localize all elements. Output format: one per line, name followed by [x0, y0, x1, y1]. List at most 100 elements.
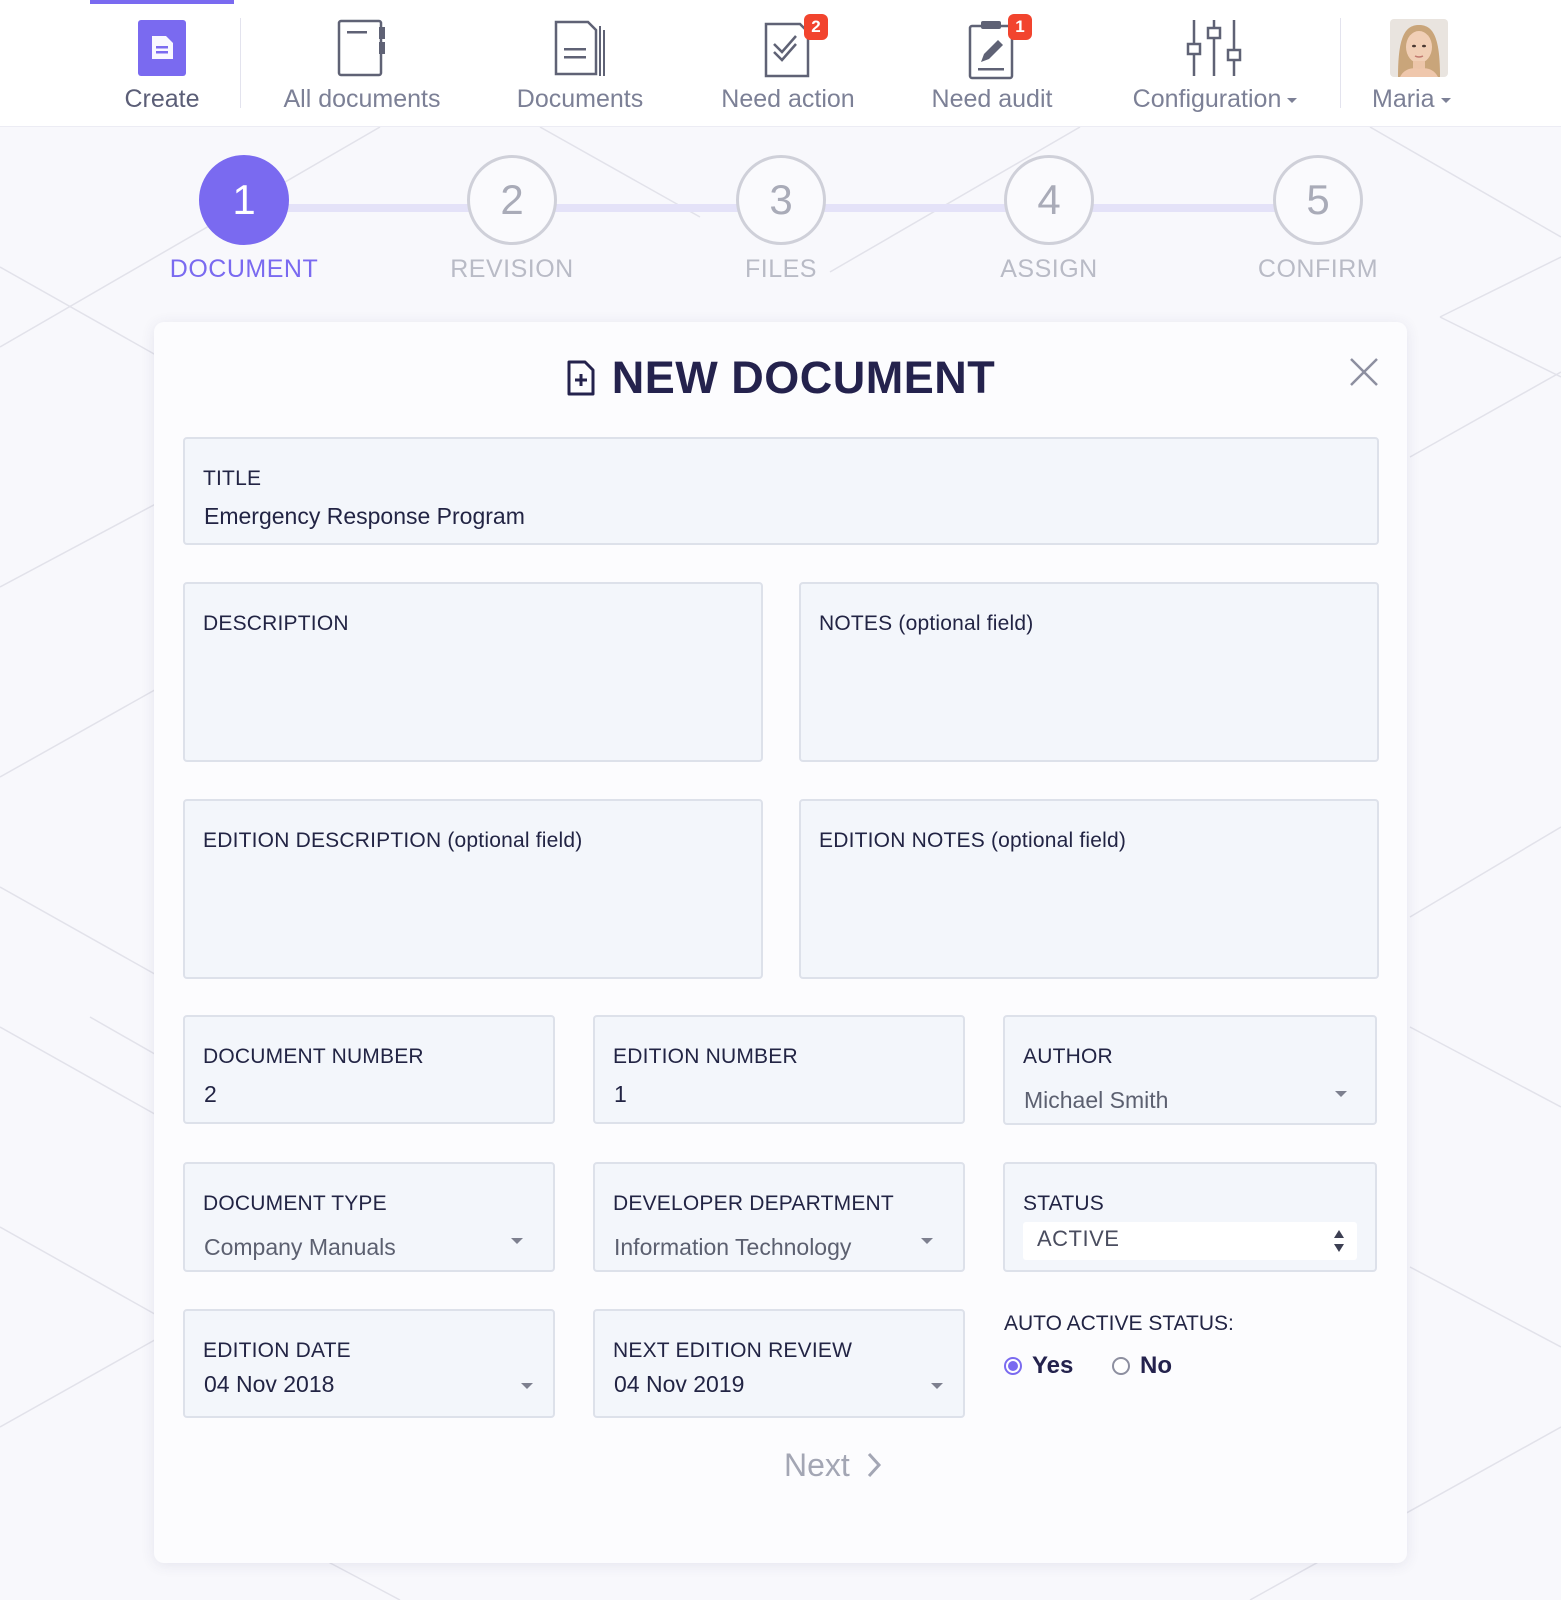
next-button-label: Next	[784, 1446, 850, 1483]
heading-text: NEW DOCUMENT	[611, 352, 996, 403]
nav-divider	[240, 18, 241, 108]
nav-need-action[interactable]: 2 Need action	[718, 0, 858, 126]
title-label: TITLE	[203, 467, 262, 490]
nav-need-audit[interactable]: 1 Need audit	[922, 0, 1062, 126]
radio-unselected-icon	[1112, 1357, 1130, 1375]
next-edition-review-value: 04 Nov 2019	[614, 1371, 745, 1397]
documents-icon	[552, 18, 608, 83]
new-document-card: NEW DOCUMENT TITLE Emergency Response Pr…	[154, 322, 1407, 1563]
auto-active-yes-radio[interactable]: Yes	[1004, 1352, 1073, 1380]
notes-label: NOTES (optional field)	[819, 612, 1034, 635]
next-button[interactable]: Next	[784, 1440, 882, 1490]
edition-notes-label: EDITION NOTES (optional field)	[819, 829, 1127, 852]
nav-all-documents[interactable]: All documents	[282, 0, 442, 126]
step-number: 3	[769, 176, 793, 223]
edition-number-label: EDITION NUMBER	[613, 1045, 798, 1068]
dropdown-caret-icon	[521, 1383, 533, 1389]
document-number-value: 2	[204, 1081, 217, 1107]
user-name: Maria	[1372, 85, 1435, 113]
nav-label-all-documents: All documents	[283, 85, 441, 113]
chevron-right-icon	[867, 1452, 881, 1478]
nav-configuration[interactable]: Configuration	[1124, 0, 1306, 126]
description-field[interactable]: DESCRIPTION	[183, 582, 763, 762]
no-label: No	[1140, 1352, 1172, 1379]
step-4[interactable]: 4	[1004, 155, 1094, 245]
title-value: Emergency Response Program	[204, 503, 525, 529]
top-navigation: Create All documents Documents 2 Need ac…	[0, 0, 1561, 127]
step-label-files: FILES	[745, 255, 817, 283]
edition-notes-field[interactable]: EDITION NOTES (optional field)	[799, 799, 1379, 979]
need-audit-badge: 1	[1008, 14, 1032, 40]
step-number: 1	[232, 176, 256, 223]
edition-number-value: 1	[614, 1081, 627, 1107]
title-field[interactable]: TITLE Emergency Response Program	[183, 437, 1379, 545]
next-edition-review-picker[interactable]: NEXT EDITION REVIEW 04 Nov 2019	[593, 1309, 965, 1418]
dropdown-caret-icon	[931, 1383, 943, 1389]
configuration-label-text: Configuration	[1132, 85, 1282, 113]
author-value: Michael Smith	[1024, 1087, 1169, 1113]
edition-description-label: EDITION DESCRIPTION (optional field)	[203, 829, 583, 852]
nav-label-configuration: Configuration	[1133, 82, 1298, 116]
close-button[interactable]	[1348, 356, 1380, 388]
edition-date-picker[interactable]: EDITION DATE 04 Nov 2018	[183, 1309, 555, 1418]
document-number-field[interactable]: DOCUMENT NUMBER 2	[183, 1015, 555, 1124]
nav-documents[interactable]: Documents	[515, 0, 645, 126]
developer-department-select[interactable]: DEVELOPER DEPARTMENT Information Technol…	[593, 1162, 965, 1272]
step-number: 2	[500, 176, 524, 223]
all-documents-icon	[336, 18, 388, 83]
status-value: ACTIVE	[1037, 1226, 1120, 1251]
step-label-confirm: CONFIRM	[1257, 255, 1379, 283]
step-label-revision: REVISION	[450, 255, 574, 283]
developer-department-label: DEVELOPER DEPARTMENT	[613, 1192, 894, 1215]
nav-label-need-audit: Need audit	[931, 85, 1053, 113]
step-label-document: DOCUMENT	[169, 255, 319, 283]
edition-date-value: 04 Nov 2018	[204, 1371, 335, 1397]
status-select[interactable]: ACTIVE	[1023, 1222, 1357, 1260]
document-type-select[interactable]: DOCUMENT TYPE Company Manuals	[183, 1162, 555, 1272]
nav-label-user: Maria	[1372, 82, 1451, 116]
configuration-sliders-icon	[1186, 18, 1242, 83]
auto-active-no-radio[interactable]: No	[1112, 1352, 1172, 1380]
nav-create[interactable]: Create	[100, 0, 224, 126]
close-icon	[1350, 358, 1378, 386]
step-3[interactable]: 3	[736, 155, 826, 245]
step-1[interactable]: 1	[199, 155, 289, 245]
card-heading: NEW DOCUMENT	[154, 352, 1407, 408]
chevron-down-icon	[1440, 97, 1451, 103]
dropdown-caret-icon	[1335, 1091, 1347, 1097]
step-number: 5	[1306, 176, 1330, 223]
dropdown-caret-icon	[511, 1238, 523, 1244]
dropdown-caret-icon	[921, 1238, 933, 1244]
author-select[interactable]: AUTHOR Michael Smith	[1003, 1015, 1377, 1125]
nav-label-documents: Documents	[516, 85, 644, 113]
chevron-down-icon	[1287, 97, 1298, 103]
nav-divider	[1340, 18, 1341, 108]
radio-selected-icon	[1004, 1357, 1022, 1375]
nav-label-need-action: Need action	[721, 85, 855, 113]
step-5[interactable]: 5	[1273, 155, 1363, 245]
nav-label-create: Create	[124, 85, 200, 113]
description-label: DESCRIPTION	[203, 612, 349, 635]
edition-date-label: EDITION DATE	[203, 1339, 351, 1362]
select-arrows-icon	[1334, 1230, 1344, 1252]
next-edition-review-label: NEXT EDITION REVIEW	[613, 1339, 853, 1362]
edition-number-field[interactable]: EDITION NUMBER 1	[593, 1015, 965, 1124]
document-number-label: DOCUMENT NUMBER	[203, 1045, 424, 1068]
create-document-icon	[138, 18, 186, 81]
step-number: 4	[1037, 176, 1061, 223]
auto-active-status-label: AUTO ACTIVE STATUS:	[1004, 1312, 1234, 1335]
edition-description-field[interactable]: EDITION DESCRIPTION (optional field)	[183, 799, 763, 979]
developer-department-value: Information Technology	[614, 1234, 852, 1260]
document-type-label: DOCUMENT TYPE	[203, 1192, 387, 1215]
author-label: AUTHOR	[1023, 1045, 1113, 1068]
notes-field[interactable]: NOTES (optional field)	[799, 582, 1379, 762]
status-label: STATUS	[1023, 1192, 1104, 1215]
document-type-value: Company Manuals	[204, 1234, 396, 1260]
step-2[interactable]: 2	[467, 155, 557, 245]
user-avatar[interactable]	[1390, 19, 1448, 77]
stepper: 1 DOCUMENT 2 REVISION 3 FILES 4 ASSIGN 5…	[0, 155, 1561, 295]
document-add-icon	[566, 356, 596, 408]
need-action-badge: 2	[804, 14, 828, 40]
status-field: STATUS ACTIVE	[1003, 1162, 1377, 1272]
step-label-assign: ASSIGN	[1000, 255, 1098, 283]
